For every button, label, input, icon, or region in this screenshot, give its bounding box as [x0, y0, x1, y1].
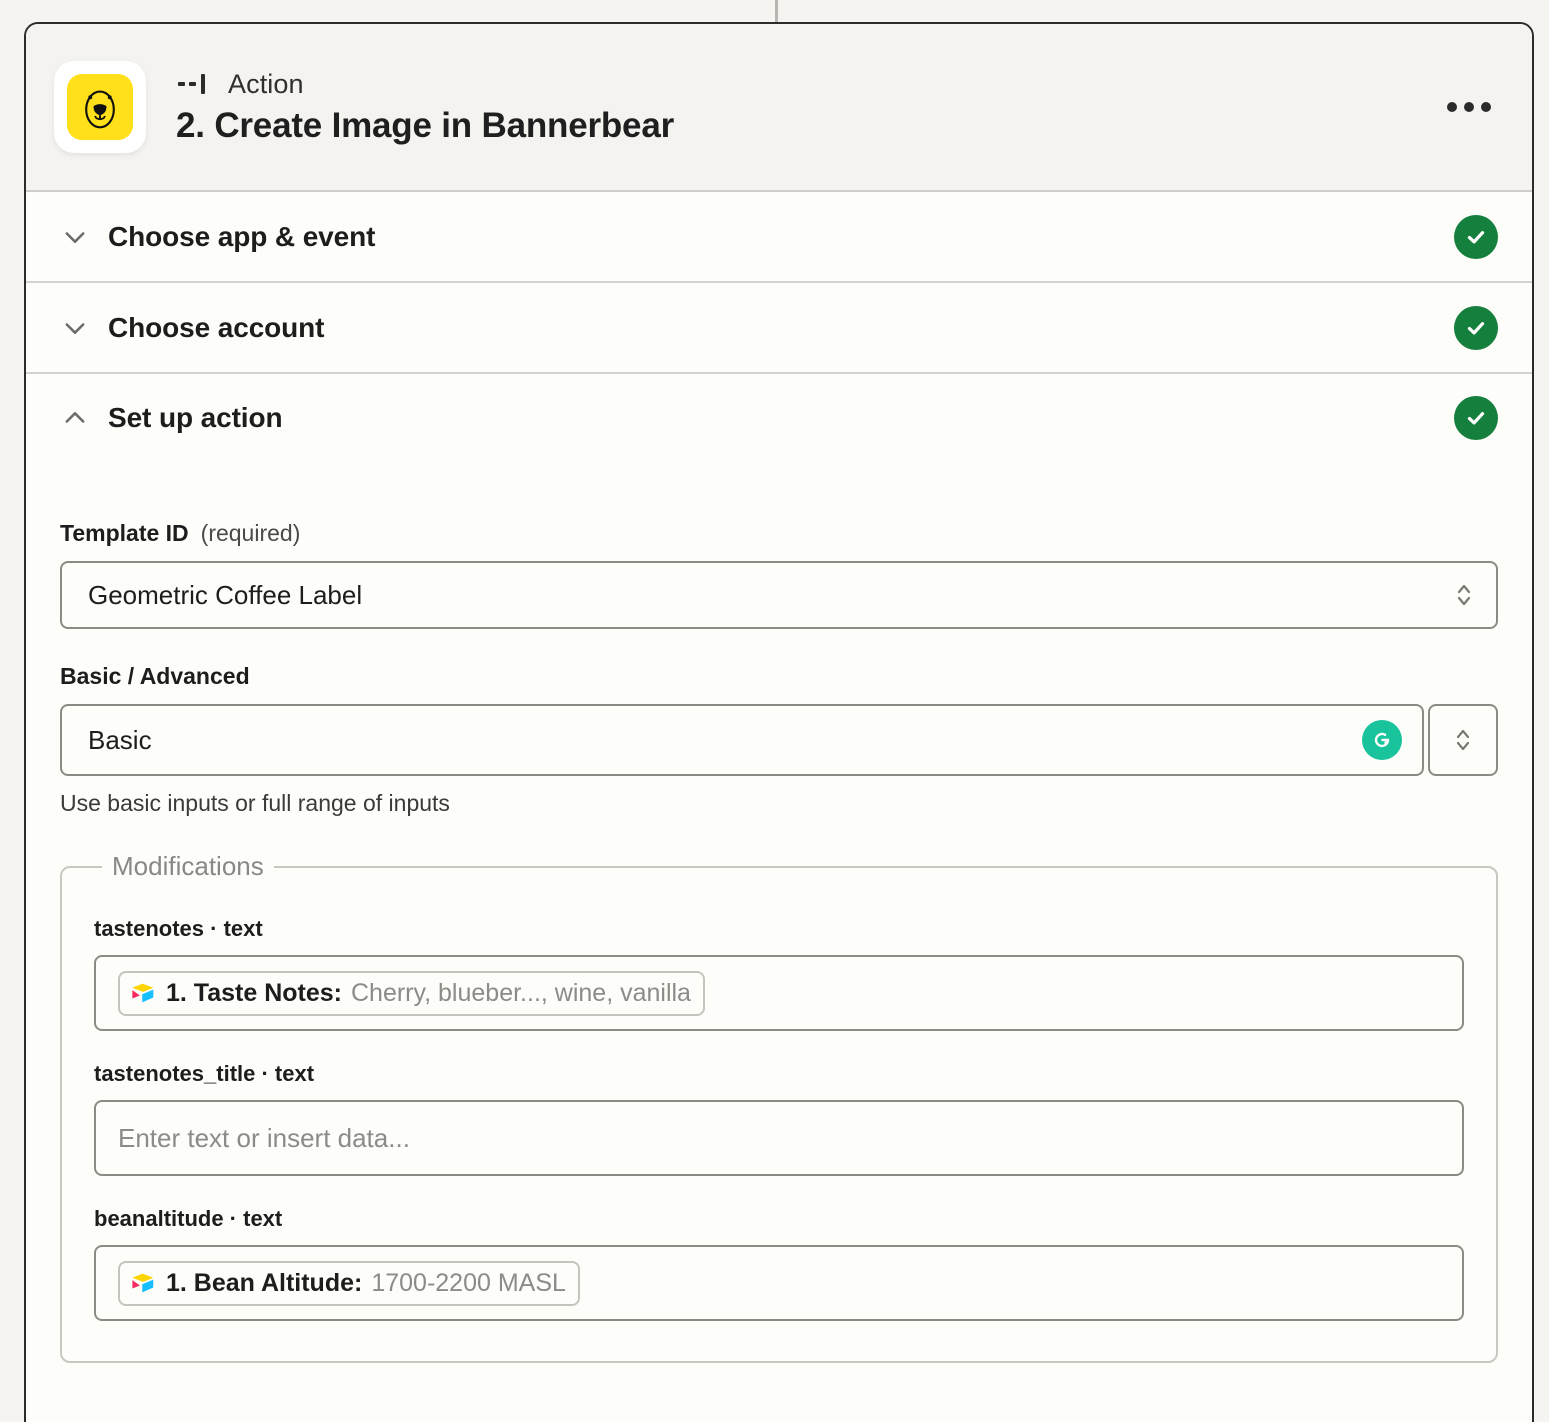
airtable-icon [130, 1270, 156, 1296]
chevron-down-icon [60, 222, 90, 252]
data-token[interactable]: 1. Bean Altitude: 1700-2200 MASL [118, 1261, 580, 1306]
refresh-icon[interactable] [1362, 720, 1402, 760]
chevron-down-icon [60, 313, 90, 343]
section-choose-app-and-event[interactable]: Choose app & event [26, 192, 1532, 283]
modifications-legend: Modifications [102, 851, 274, 882]
basic-advanced-select[interactable]: Basic [60, 704, 1424, 776]
template-id-field: Template ID (required) Geometric Coffee … [60, 520, 1498, 629]
step-header: Action 2. Create Image in Bannerbear [26, 24, 1532, 192]
status-badge [1454, 306, 1498, 350]
basic-advanced-label: Basic / Advanced [60, 663, 250, 690]
token-value: Cherry, blueber..., wine, vanilla [351, 979, 691, 1008]
overflow-menu-icon[interactable] [1440, 85, 1498, 129]
app-logo-container [54, 61, 146, 153]
dot [1447, 102, 1457, 112]
modification-field-beanaltitude: beanaltitude · text 1. Bean Altitude: 17… [94, 1206, 1464, 1321]
token-name: 1. Taste Notes: [166, 979, 342, 1008]
field-label: beanaltitude · text [94, 1206, 1464, 1232]
action-step-card: Action 2. Create Image in Bannerbear Cho… [24, 22, 1534, 1422]
field-label: tastenotes_title · text [94, 1061, 1464, 1087]
dot [1464, 102, 1474, 112]
basic-advanced-value: Basic [88, 725, 1362, 756]
step-connector-line [775, 0, 778, 22]
status-badge [1454, 215, 1498, 259]
step-kicker: Action [176, 68, 1440, 100]
section-set-up-action[interactable]: Set up action [26, 374, 1532, 462]
token-value: 1700-2200 MASL [371, 1269, 566, 1298]
step-type-label: Action [228, 69, 304, 100]
modifications-fieldset: Modifications tastenotes · text 1. Taste… [60, 851, 1498, 1363]
basic-advanced-label-row: Basic / Advanced [60, 663, 1498, 690]
section-label: Choose account [108, 312, 1454, 344]
basic-advanced-field: Basic / Advanced Basic [60, 663, 1498, 817]
template-id-label-row: Template ID (required) [60, 520, 1498, 547]
beanaltitude-input[interactable]: 1. Bean Altitude: 1700-2200 MASL [94, 1245, 1464, 1321]
token-name: 1. Bean Altitude: [166, 1269, 362, 1298]
page-title: 2. Create Image in Bannerbear [176, 106, 1440, 146]
bannerbear-bear-icon [67, 74, 133, 140]
set-up-action-body: Template ID (required) Geometric Coffee … [26, 462, 1532, 1363]
chevron-up-icon [60, 403, 90, 433]
airtable-icon [130, 980, 156, 1006]
input-placeholder: Enter text or insert data... [118, 1123, 410, 1154]
section-label: Choose app & event [108, 221, 1454, 253]
template-id-select[interactable]: Geometric Coffee Label [60, 561, 1498, 629]
field-label: tastenotes · text [94, 916, 1464, 942]
template-id-required-note: (required) [201, 520, 301, 547]
zap-editor-page: Action 2. Create Image in Bannerbear Cho… [0, 0, 1549, 1422]
tastenotes-input[interactable]: 1. Taste Notes: Cherry, blueber..., wine… [94, 955, 1464, 1031]
basic-advanced-row: Basic [60, 704, 1498, 776]
status-badge [1454, 396, 1498, 440]
data-token[interactable]: 1. Taste Notes: Cherry, blueber..., wine… [118, 971, 705, 1016]
section-label: Set up action [108, 402, 1454, 434]
dot [1481, 102, 1491, 112]
section-choose-account[interactable]: Choose account [26, 283, 1532, 374]
step-header-text: Action 2. Create Image in Bannerbear [176, 68, 1440, 146]
template-id-value: Geometric Coffee Label [62, 563, 1432, 627]
chevron-updown-icon[interactable] [1432, 563, 1496, 627]
basic-advanced-help-text: Use basic inputs or full range of inputs [60, 790, 1498, 817]
template-id-label: Template ID [60, 520, 189, 547]
modification-field-tastenotes: tastenotes · text 1. Taste Notes: Cherry… [94, 916, 1464, 1031]
tastenotes-title-input[interactable]: Enter text or insert data... [94, 1100, 1464, 1176]
modification-field-tastenotes-title: tastenotes_title · text Enter text or in… [94, 1061, 1464, 1176]
action-step-icon [176, 72, 216, 96]
chevron-updown-icon[interactable] [1428, 704, 1498, 776]
